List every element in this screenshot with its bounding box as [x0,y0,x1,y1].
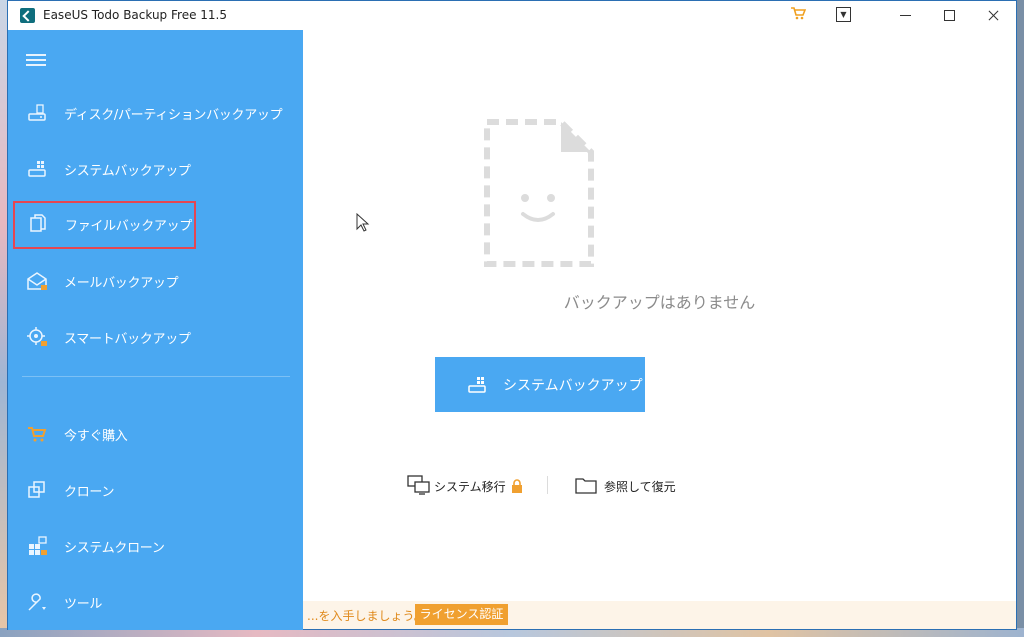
sidebar-item-tools[interactable]: ツール [12,579,298,625]
sidebar-item-system-backup[interactable]: システムバックアップ [12,146,298,192]
sidebar-item-label: システムクローン [64,541,165,556]
lock-icon [512,479,522,493]
system-backup-button-label: システムバックアップ [503,378,643,394]
sidebar-divider [22,376,290,377]
sidebar-item-file-backup[interactable]: ファイルバックアップ [13,201,196,249]
sidebar-item-label: ファイルバックアップ [65,219,193,234]
monitor-transfer-icon [407,475,430,495]
sidebar-item-label: ディスク/パーティションバックアップ [64,108,283,123]
browse-restore-link[interactable]: 参照して復元 [575,474,685,498]
sidebar-item-clone[interactable]: クローン [12,467,298,513]
sidebar-item-label: システムバックアップ [64,164,191,179]
hamburger-menu-icon[interactable] [26,54,46,66]
sidebar-item-system-clone[interactable]: システムクローン [12,523,298,569]
cart-icon [26,423,48,445]
main-panel: バックアップはありません システムバックアップ システム移行 参照して復元 [303,30,1016,601]
sidebar-item-label: スマートバックアップ [64,332,191,347]
sidebar-item-disk-backup[interactable]: ディスク/パーティションバックアップ [12,90,298,136]
file-backup-icon [27,213,49,235]
wrench-icon [26,591,48,613]
system-backup-icon [466,374,488,396]
sidebar-item-smart-backup[interactable]: スマートバックアップ [12,314,298,360]
system-migration-label: システム移行 [434,480,506,494]
sidebar: ディスク/パーティションバックアップ システムバックアップ ファイルバックアップ… [8,30,303,630]
browse-restore-label: 参照して復元 [604,480,676,494]
link-separator [547,476,548,494]
system-backup-button[interactable]: システムバックアップ [435,357,645,412]
sidebar-item-label: メールバックアップ [64,276,179,291]
folder-icon [575,478,597,494]
sidebar-item-label: ツール [64,597,103,612]
title-bar[interactable]: EaseUS Todo Backup Free 11.5 ▼ [8,1,1016,30]
activate-license-button[interactable]: ライセンス認証 [415,604,508,625]
sidebar-item-label: クローン [64,485,115,500]
empty-document-icon [483,118,595,268]
sidebar-item-buy-now[interactable]: 今すぐ購入 [12,411,298,457]
close-button[interactable] [971,1,1016,30]
system-clone-icon [26,535,48,557]
sidebar-item-label: 今すぐ購入 [64,429,128,444]
mail-backup-icon [26,270,48,292]
minimize-button[interactable] [883,1,927,30]
license-notice-bar: ...を入手しましょう。 ライセンス認証 [303,601,1016,629]
menu-dropdown-icon[interactable]: ▼ [836,7,851,22]
maximize-button[interactable] [927,1,971,30]
license-notice-text: ...を入手しましょう。 [307,609,426,623]
empty-state-message: バックアップはありません [563,293,756,312]
clone-icon [26,479,48,501]
app-logo-icon [20,8,35,23]
cart-icon[interactable] [788,6,808,24]
smart-backup-icon [26,326,48,348]
disk-backup-icon [26,102,48,124]
system-migration-link[interactable]: システム移行 [407,474,529,498]
app-window: EaseUS Todo Backup Free 11.5 ▼ ディスク/パーティ… [7,0,1017,630]
sidebar-item-mail-backup[interactable]: メールバックアップ [12,258,298,304]
window-title: EaseUS Todo Backup Free 11.5 [43,8,227,22]
mouse-cursor-icon [356,213,370,232]
system-backup-icon [26,158,48,180]
